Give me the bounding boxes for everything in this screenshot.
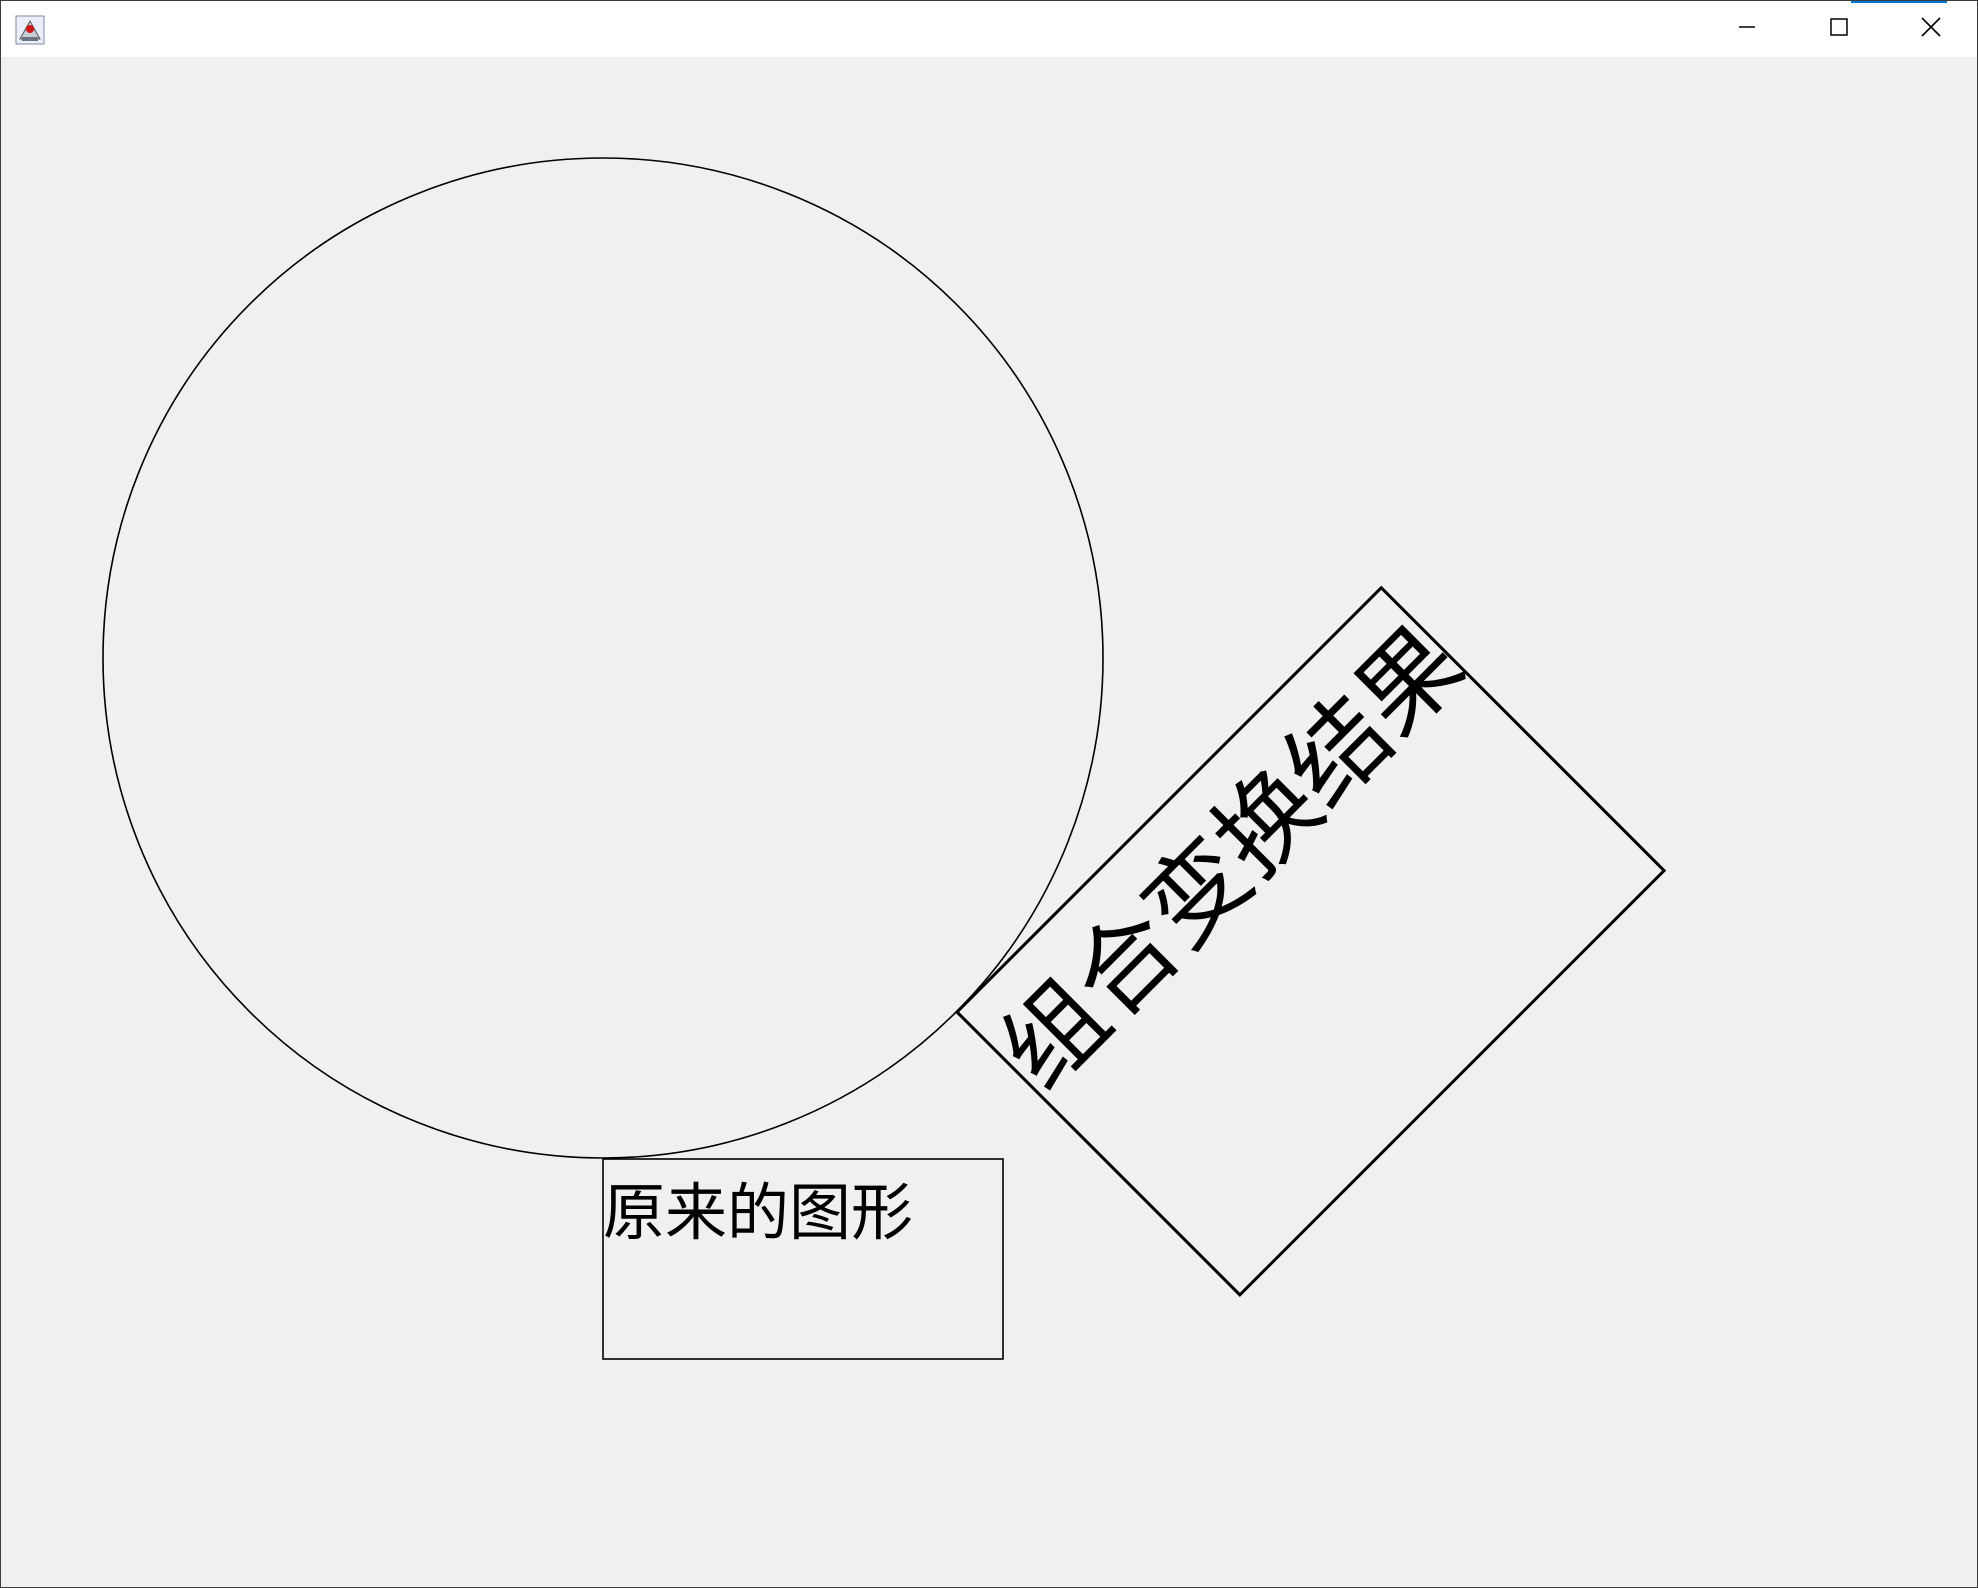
original-circle <box>102 157 1104 1159</box>
minimize-icon <box>1737 17 1757 41</box>
maximize-button[interactable] <box>1793 1 1885 57</box>
transformed-group: 组合变换结果 <box>954 585 1667 1297</box>
transformed-rectangle <box>954 585 1667 1297</box>
drawing-canvas: 原来的图形 组合变换结果 <box>1 57 1977 1587</box>
close-button[interactable] <box>1885 1 1977 57</box>
original-label: 原来的图形 <box>603 1176 913 1249</box>
close-icon <box>1920 16 1942 42</box>
transformed-label: 组合变换结果 <box>979 604 1486 1111</box>
app-window: 原来的图形 组合变换结果 <box>0 0 1978 1588</box>
maximize-icon <box>1829 17 1849 41</box>
title-bar[interactable] <box>1 1 1977 57</box>
java-app-icon[interactable] <box>15 15 45 45</box>
minimize-button[interactable] <box>1701 1 1793 57</box>
drawing-surface: 原来的图形 组合变换结果 <box>102 157 1667 1360</box>
